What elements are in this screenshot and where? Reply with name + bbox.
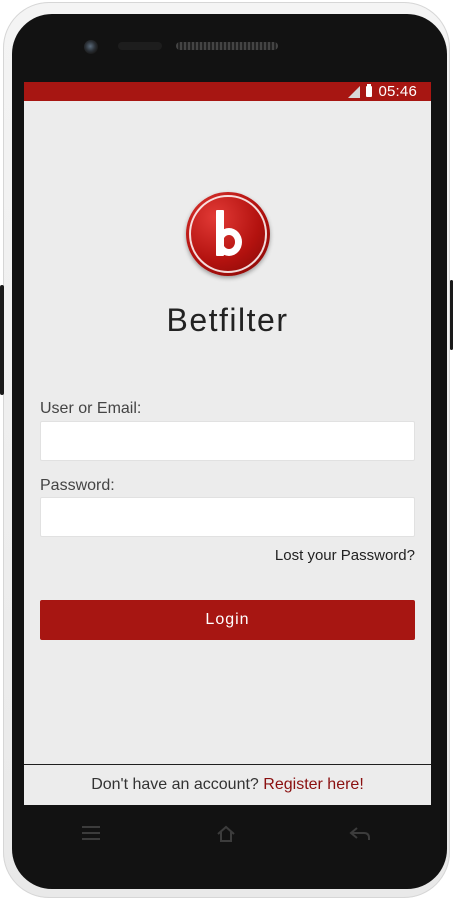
password-label: Password: [40, 477, 115, 494]
app-screen: 05:46 Betfilter User or Email: Password:… [24, 82, 431, 805]
signal-icon [348, 85, 361, 98]
user-email-input[interactable] [40, 421, 415, 461]
app-title: Betfilter [166, 302, 289, 338]
speaker-grille [176, 42, 278, 50]
user-email-label: User or Email: [40, 400, 142, 417]
battery-icon [366, 84, 373, 97]
camera-icon [84, 40, 98, 54]
register-link[interactable]: Register here! [263, 776, 364, 793]
password-input[interactable] [40, 497, 415, 537]
register-prompt: Don't have an account? [91, 776, 259, 793]
betfilter-logo-icon [186, 192, 270, 276]
login-button[interactable]: Login [40, 600, 415, 640]
status-bar: 05:46 [24, 82, 431, 101]
footer: Don't have an account? Register here! [24, 764, 431, 805]
status-time: 05:46 [378, 83, 417, 100]
home-icon[interactable] [216, 824, 236, 844]
volume-button [0, 285, 4, 395]
sensor-icon [118, 42, 162, 50]
lost-password-link[interactable]: Lost your Password? [275, 547, 415, 564]
menu-icon[interactable] [82, 826, 100, 840]
back-icon[interactable] [349, 826, 371, 842]
